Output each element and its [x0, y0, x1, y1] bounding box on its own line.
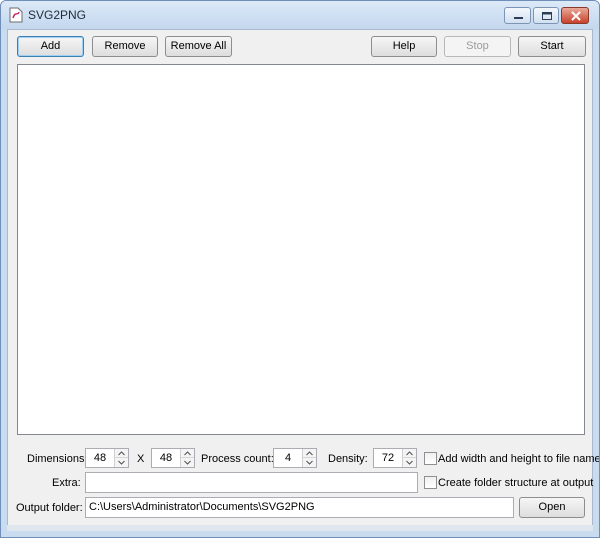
output-folder-label: Output folder: [16, 502, 83, 514]
dimensions-label: Dimensions: [27, 453, 88, 465]
window-title: SVG2PNG [28, 8, 87, 22]
width-value: 48 [93, 452, 107, 464]
add-width-height-checkbox[interactable] [424, 452, 437, 465]
extra-input[interactable] [85, 472, 418, 493]
remove-button[interactable]: Remove [92, 36, 158, 57]
density-up-button[interactable] [403, 449, 416, 458]
chevron-down-icon [184, 460, 191, 465]
close-button[interactable] [561, 7, 589, 24]
create-folder-structure-checkbox[interactable] [424, 476, 437, 489]
density-down-button[interactable] [403, 458, 416, 467]
chevron-up-icon [406, 451, 413, 456]
dimension-x-label: X [137, 453, 145, 465]
process-count-down-button[interactable] [303, 458, 316, 467]
chevron-up-icon [306, 451, 313, 456]
main-panel: Add Remove Remove All Help Stop Start Di… [7, 29, 599, 531]
maximize-icon [542, 12, 552, 20]
output-folder-input[interactable]: C:\Users\Administrator\Documents\SVG2PNG [85, 497, 514, 518]
chevron-down-icon [118, 460, 125, 465]
file-list[interactable] [17, 64, 585, 435]
remove-all-button[interactable]: Remove All [165, 36, 232, 57]
height-stepper[interactable]: 48 [151, 448, 195, 468]
minimize-button[interactable] [504, 7, 531, 24]
chevron-up-icon [118, 451, 125, 456]
width-up-button[interactable] [115, 449, 128, 458]
density-stepper[interactable]: 72 [373, 448, 417, 468]
process-count-value: 4 [284, 452, 292, 464]
status-bar [7, 525, 593, 531]
height-up-button[interactable] [181, 449, 194, 458]
process-count-stepper[interactable]: 4 [273, 448, 317, 468]
add-width-height-label: Add width and height to file name [438, 453, 600, 465]
width-stepper[interactable]: 48 [85, 448, 129, 468]
add-button[interactable]: Add [17, 36, 84, 57]
process-count-up-button[interactable] [303, 449, 316, 458]
maximize-button[interactable] [533, 7, 559, 24]
help-button[interactable]: Help [371, 36, 437, 57]
chevron-down-icon [306, 460, 313, 465]
chevron-up-icon [184, 451, 191, 456]
extra-label: Extra: [52, 477, 81, 489]
density-label: Density: [328, 453, 368, 465]
minimize-icon [514, 17, 523, 19]
title-bar[interactable]: SVG2PNG [1, 1, 599, 29]
height-value: 48 [159, 452, 173, 464]
density-value: 72 [381, 452, 395, 464]
process-count-label: Process count: [201, 453, 274, 465]
chevron-down-icon [406, 460, 413, 465]
width-down-button[interactable] [115, 458, 128, 467]
start-button[interactable]: Start [518, 36, 586, 57]
close-icon [571, 11, 581, 21]
svg-file-icon [9, 7, 23, 23]
open-button[interactable]: Open [519, 497, 585, 518]
create-folder-structure-label: Create folder structure at output [438, 477, 594, 489]
stop-button[interactable]: Stop [444, 36, 511, 57]
height-down-button[interactable] [181, 458, 194, 467]
app-window: SVG2PNG Add Remove Remove All Help Stop … [0, 0, 600, 538]
